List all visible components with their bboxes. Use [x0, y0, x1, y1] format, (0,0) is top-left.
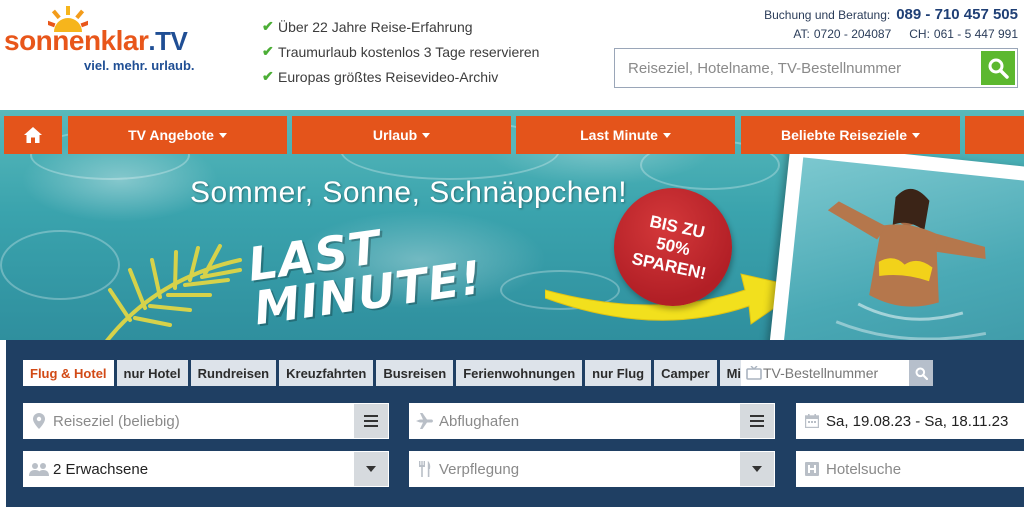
- board-type-dropdown-button[interactable]: [740, 452, 774, 486]
- destination-list-button[interactable]: [354, 404, 388, 438]
- caret-down-icon: [218, 132, 227, 138]
- tab-flug-hotel[interactable]: Flug & Hotel: [23, 360, 114, 386]
- nav-item-urlaub[interactable]: Urlaub: [292, 116, 511, 154]
- board-type-field[interactable]: Verpflegung: [409, 451, 775, 487]
- search-icon: [988, 58, 1009, 79]
- tab-nur-hotel[interactable]: nur Hotel: [116, 360, 188, 386]
- hotline-label: Buchung und Beratung:: [764, 8, 891, 22]
- nav-item-tv-angebote[interactable]: TV Angebote: [68, 116, 287, 154]
- at-label: AT:: [793, 27, 810, 41]
- calendar-icon: [798, 414, 826, 428]
- hero-headline: LAST MINUTE!: [245, 202, 554, 336]
- destination-placeholder: Reiseziel (beliebig): [53, 412, 180, 430]
- home-icon: [24, 127, 42, 143]
- hotel-icon: [798, 462, 826, 476]
- check-icon: ✔: [262, 43, 274, 59]
- tv-number-input[interactable]: [763, 360, 903, 386]
- tab-rundreisen[interactable]: Rundreisen: [190, 360, 277, 386]
- tv-number-search: [741, 360, 933, 386]
- departure-airport-placeholder: Abflughafen: [439, 412, 520, 430]
- hotel-search-field[interactable]: Hotelsuche: [796, 451, 1024, 487]
- tab-kreuzfahrten[interactable]: Kreuzfahrten: [279, 360, 374, 386]
- hotline-phone[interactable]: 089 - 710 457 505: [896, 6, 1018, 23]
- tv-number-search-button[interactable]: [909, 360, 933, 386]
- check-icon: ✔: [262, 68, 274, 84]
- hero-slogan: Sommer, Sonne, Schnäppchen!: [190, 176, 628, 209]
- usp-item: ✔ Europas größtes Reisevideo-Archiv: [262, 64, 539, 89]
- nav-item-beliebte-reiseziele[interactable]: Beliebte Reiseziele: [741, 116, 960, 154]
- logo-brand-suffix: .TV: [148, 26, 188, 56]
- destination-field[interactable]: Reiseziel (beliebig): [23, 403, 389, 439]
- tab-camper[interactable]: Camper: [654, 360, 717, 386]
- top-search-button[interactable]: [981, 51, 1015, 85]
- nav-label: Last Minute: [580, 127, 658, 143]
- tab-ferienwohnungen[interactable]: Ferienwohnungen: [456, 360, 583, 386]
- contact-info: Buchung und Beratung: 089 - 710 457 505 A…: [764, 6, 1018, 41]
- nav-item-more[interactable]: [965, 116, 1024, 154]
- ch-phone[interactable]: 061 - 5 447 991: [934, 27, 1018, 41]
- usp-list: ✔ Über 22 Jahre Reise-Erfahrung ✔ Traumurl…: [262, 14, 539, 89]
- hotel-search-placeholder: Hotelsuche: [826, 460, 902, 478]
- check-icon: ✔: [262, 18, 274, 34]
- tv-icon: [746, 366, 762, 380]
- travel-dates-value: Sa, 19.08.23 - Sa, 18.11.23: [826, 412, 1009, 430]
- page: sonnenklar.TV viel. mehr. urlaub. ✔ Über …: [0, 0, 1024, 507]
- nav-label: Beliebte Reiseziele: [780, 127, 908, 143]
- travellers-dropdown-button[interactable]: [354, 452, 388, 486]
- caret-down-icon: [422, 132, 431, 138]
- at-phone[interactable]: 0720 - 204087: [814, 27, 891, 41]
- top-search-input[interactable]: [615, 49, 979, 87]
- international-phones: AT: 0720 - 204087 CH: 061 - 5 447 991: [764, 27, 1018, 41]
- list-icon: [364, 415, 378, 427]
- logo-claim: viel. mehr. urlaub.: [84, 58, 195, 73]
- plane-icon: [411, 413, 439, 429]
- hero-photo-image: [782, 157, 1024, 340]
- search-panel: Flug & Hotel nur Hotel Rundreisen Kreuzf…: [6, 340, 1024, 507]
- group-icon: [25, 462, 53, 476]
- nav-home[interactable]: [4, 116, 62, 154]
- logo-brand-name: sonnenklar: [4, 25, 149, 56]
- departure-airport-field[interactable]: Abflughafen: [409, 403, 775, 439]
- nav-label: TV Angebote: [128, 127, 214, 143]
- usp-item: ✔ Über 22 Jahre Reise-Erfahrung: [262, 14, 539, 39]
- search-icon: [915, 367, 928, 380]
- travel-dates-field[interactable]: Sa, 19.08.23 - Sa, 18.11.23: [796, 403, 1024, 439]
- board-type-placeholder: Verpflegung: [439, 460, 520, 478]
- caret-down-icon: [912, 132, 921, 138]
- header: sonnenklar.TV viel. mehr. urlaub. ✔ Über …: [0, 0, 1024, 110]
- logo-brand: sonnenklar.TV: [4, 25, 188, 57]
- ch-label: CH:: [909, 27, 930, 41]
- nav-item-last-minute[interactable]: Last Minute: [516, 116, 735, 154]
- hotline-row: Buchung und Beratung: 089 - 710 457 505: [764, 6, 1018, 23]
- airport-list-button[interactable]: [740, 404, 774, 438]
- travellers-value: 2 Erwachsene: [53, 460, 149, 478]
- caret-down-icon: [752, 466, 762, 472]
- usp-text: Traumurlaub kostenlos 3 Tage reservieren: [278, 43, 540, 60]
- caret-down-icon: [662, 132, 671, 138]
- top-search: [614, 48, 1018, 88]
- hero-photo: [766, 141, 1024, 340]
- tab-busreisen[interactable]: Busreisen: [376, 360, 454, 386]
- cutlery-icon: [411, 461, 439, 477]
- main-nav: TV Angebote Urlaub Last Minute Beliebte …: [0, 116, 1024, 156]
- tab-nur-flug[interactable]: nur Flug: [585, 360, 652, 386]
- travel-type-tabs: Flug & Hotel nur Hotel Rundreisen Kreuzf…: [23, 360, 803, 386]
- map-pin-icon: [25, 413, 53, 429]
- logo[interactable]: sonnenklar.TV viel. mehr. urlaub.: [4, 6, 214, 73]
- usp-text: Europas größtes Reisevideo-Archiv: [278, 68, 499, 85]
- usp-text: Über 22 Jahre Reise-Erfahrung: [278, 18, 473, 35]
- caret-down-icon: [366, 466, 376, 472]
- woman-in-pool-image: [827, 188, 987, 340]
- usp-item: ✔ Traumurlaub kostenlos 3 Tage reserviere…: [262, 39, 539, 64]
- nav-label: Urlaub: [372, 127, 418, 143]
- travellers-field[interactable]: 2 Erwachsene: [23, 451, 389, 487]
- list-icon: [750, 415, 764, 427]
